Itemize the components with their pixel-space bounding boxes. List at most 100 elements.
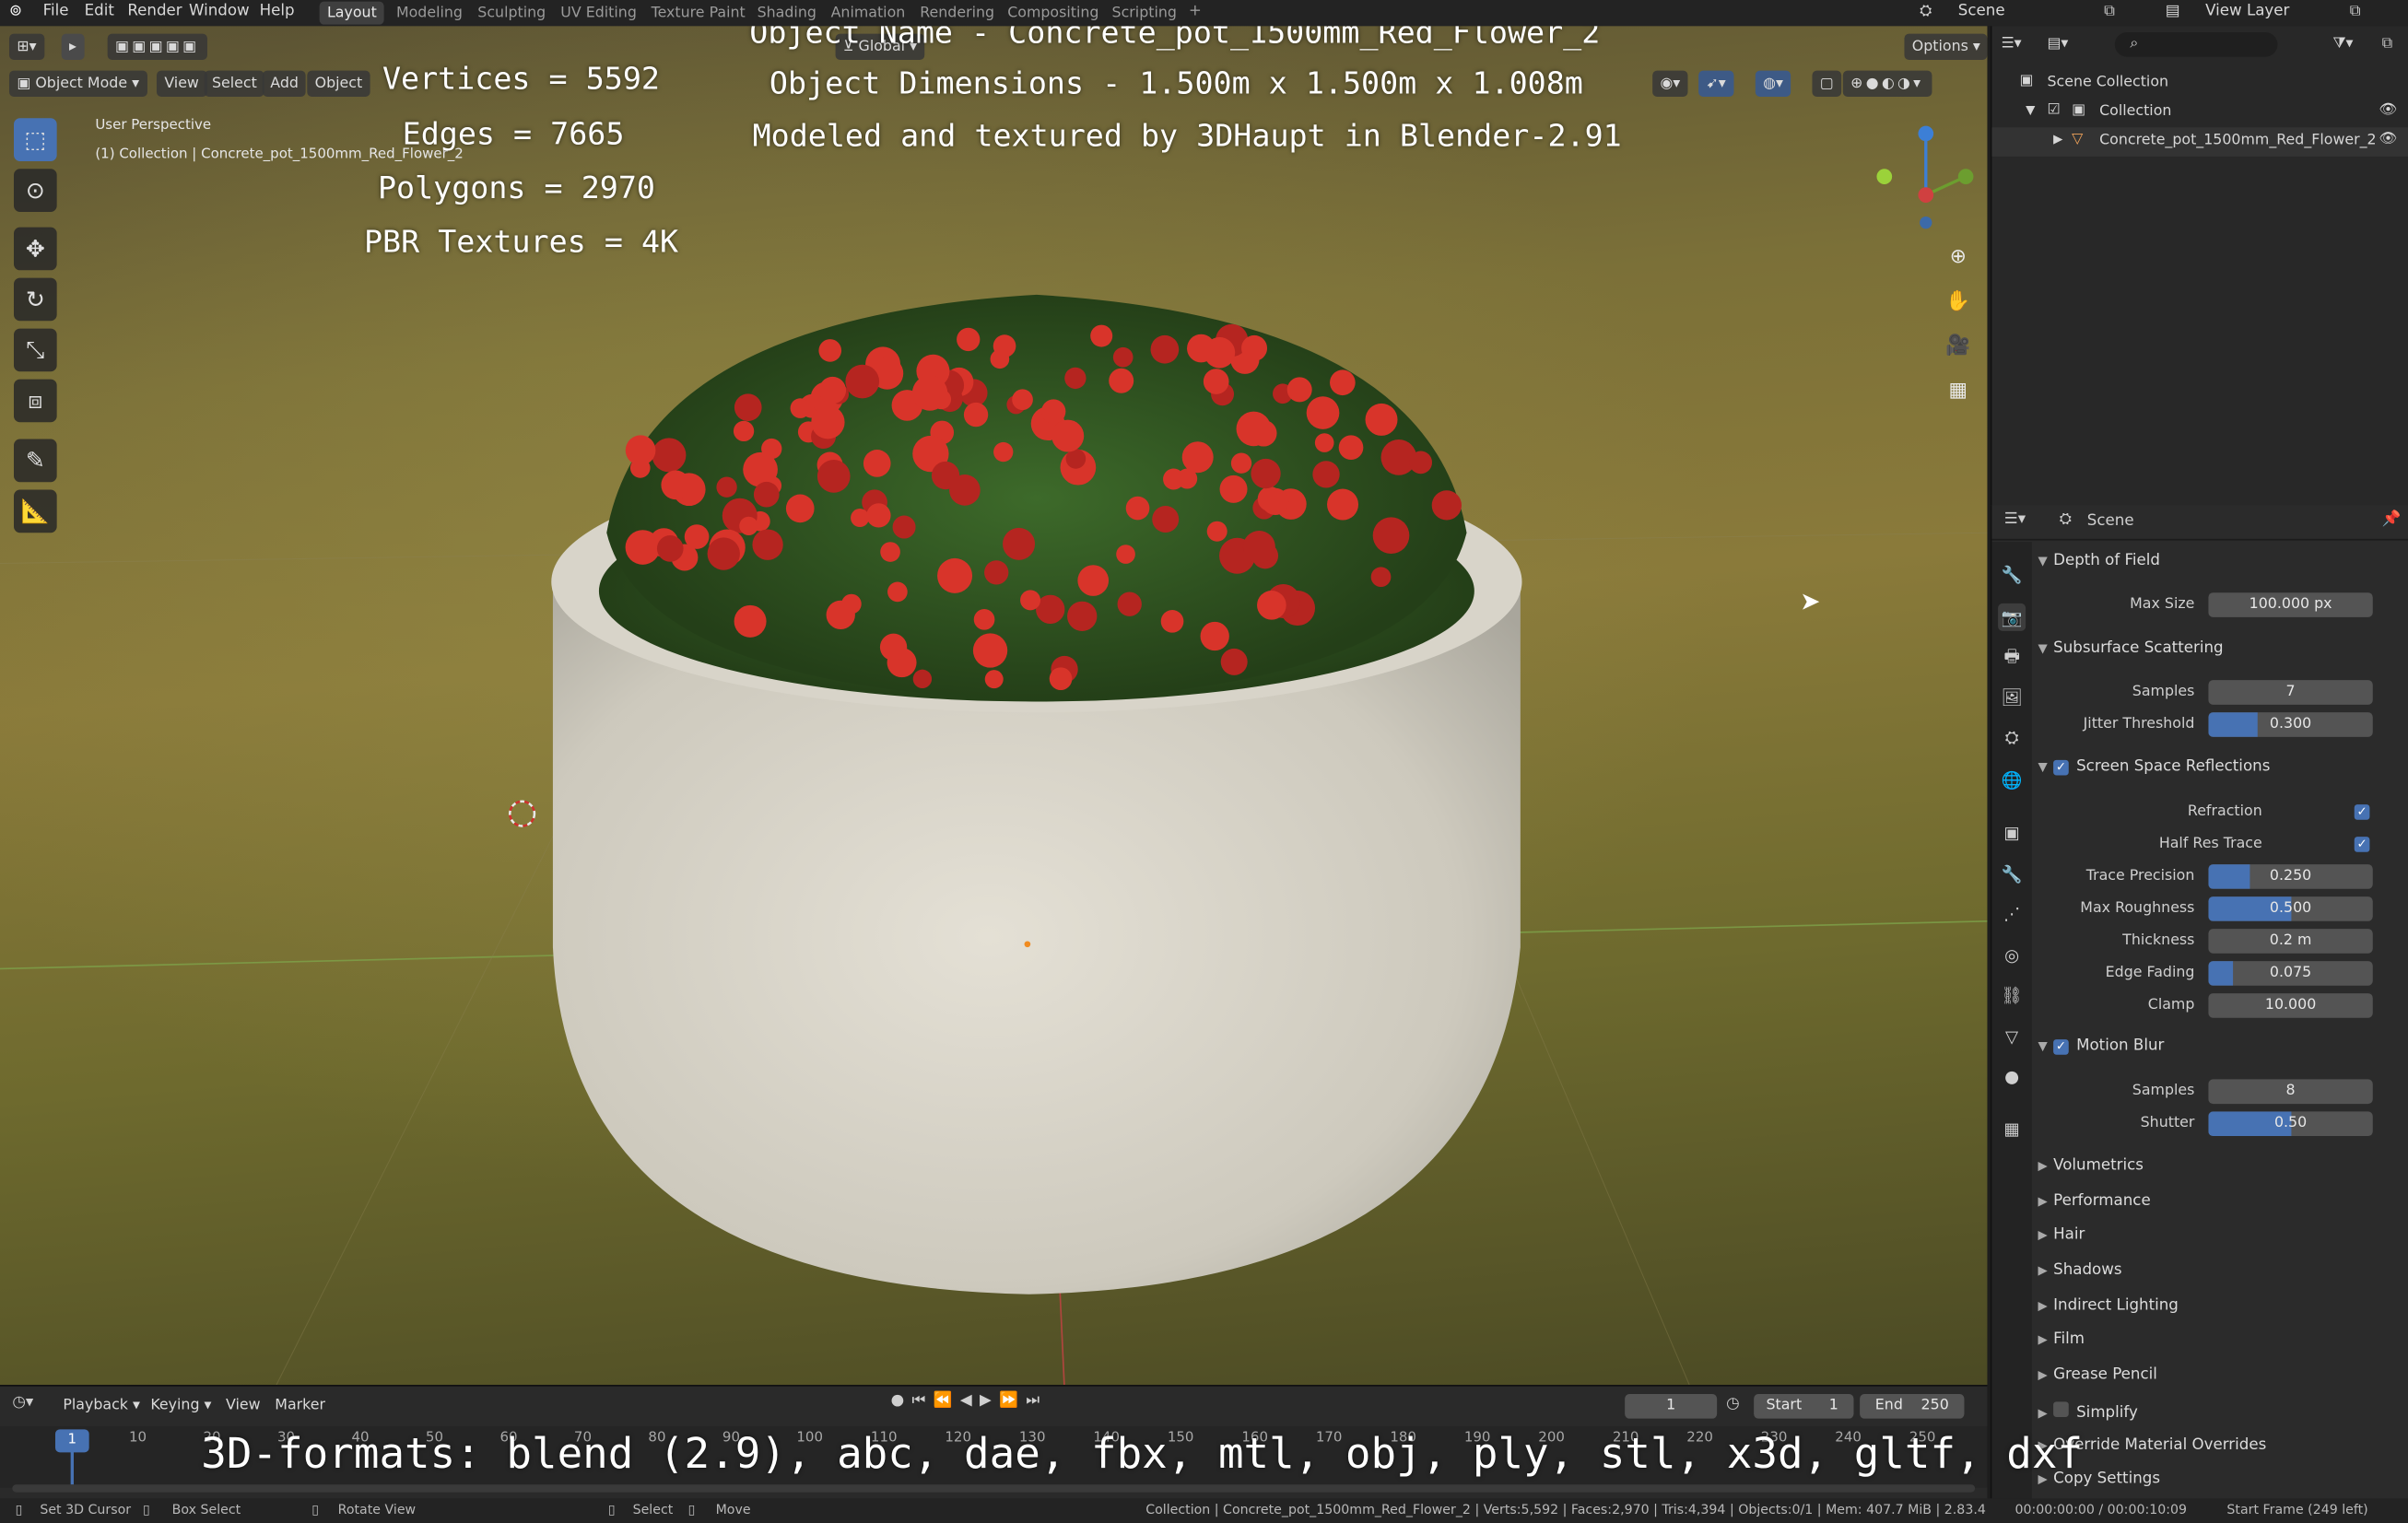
section-film[interactable]: ▶ Film: [2038, 1331, 2085, 1348]
start-frame-field[interactable]: Start 1: [1754, 1394, 1854, 1419]
outliner-row-scene-collection[interactable]: ▣ Scene Collection: [1991, 69, 2408, 99]
annotate-tool-icon[interactable]: ✎: [13, 439, 57, 483]
xray-icon[interactable]: ▢: [1812, 70, 1842, 97]
output-tab-icon[interactable]: 🖶: [1998, 643, 2026, 671]
section-simplify[interactable]: ▶ Simplify: [2038, 1401, 2138, 1422]
section-screen-space-reflections[interactable]: ▼ ✓ Screen Space Reflections: [2038, 758, 2270, 776]
max-size-field[interactable]: 100.000 px: [2208, 592, 2373, 617]
ssr-checkbox[interactable]: ✓: [2053, 759, 2069, 776]
navigation-gizmo[interactable]: [1862, 118, 1984, 240]
tab-animation[interactable]: Animation: [823, 2, 912, 25]
blender-logo-icon[interactable]: ⊚: [9, 3, 22, 19]
gizmo-icon[interactable]: ➹▾: [1698, 70, 1734, 97]
timeline-view-menu[interactable]: View: [218, 1392, 268, 1418]
timeline-scrollbar[interactable]: [12, 1484, 1976, 1493]
shutter-slider[interactable]: 0.50: [2208, 1111, 2373, 1137]
trace-precision-slider[interactable]: 0.250: [2208, 864, 2373, 889]
3d-viewport[interactable]: ⊞▾ ▸ ▣▣▣▣▣ ⊻ Global ▾ Options ▾ ▣ Object…: [0, 26, 1988, 1386]
simplify-checkbox[interactable]: [2053, 1401, 2069, 1417]
tab-compositing[interactable]: Compositing: [1000, 2, 1107, 25]
view-layer-selector[interactable]: View Layer: [2205, 3, 2289, 19]
world-tab-icon[interactable]: 🌐: [1998, 766, 2026, 793]
section-grease-pencil[interactable]: ▶ Grease Pencil: [2038, 1366, 2156, 1383]
display-mode-icon[interactable]: ▤▾: [2047, 35, 2068, 52]
scale-tool-icon[interactable]: ⤡: [13, 328, 57, 372]
sss-samples-field[interactable]: 7: [2208, 680, 2373, 705]
new-scene-icon[interactable]: ⧉: [2104, 3, 2115, 19]
measure-tool-icon[interactable]: 📐: [13, 489, 57, 533]
select-box-tool-icon[interactable]: ⬚: [13, 118, 57, 161]
edge-fading-slider[interactable]: 0.075: [2208, 961, 2373, 986]
section-motion-blur[interactable]: ▼ ✓ Motion Blur: [2038, 1037, 2164, 1055]
cursor-tool-icon[interactable]: ⊙: [13, 169, 57, 212]
playback-menu[interactable]: Playback ▾: [55, 1392, 147, 1418]
half-res-trace-checkbox[interactable]: ✓: [2354, 837, 2370, 852]
outliner-row-collection[interactable]: ▼ ☑ ▣ Collection 👁: [1991, 99, 2408, 128]
expand-arrow-icon[interactable]: ▶: [2053, 132, 2062, 146]
object-mode-dropdown[interactable]: ▣ Object Mode ▾: [8, 70, 147, 97]
tool-tab-icon[interactable]: 🔧: [1998, 560, 2026, 588]
zoom-icon[interactable]: ⊕: [1941, 240, 1975, 274]
section-indirect-lighting[interactable]: ▶ Indirect Lighting: [2038, 1297, 2178, 1314]
section-depth-of-field[interactable]: ▼ Depth of Field: [2038, 553, 2160, 569]
tab-sculpting[interactable]: Sculpting: [470, 2, 554, 25]
editor-type-icon[interactable]: ⊞▾: [8, 33, 44, 60]
timeline-editor-icon[interactable]: ◷▾: [12, 1394, 33, 1411]
new-collection-icon[interactable]: ⧉: [2382, 35, 2392, 52]
playback-controls[interactable]: ●⏮⏪◀▶⏩⏭: [891, 1392, 1048, 1409]
section-subsurface-scattering[interactable]: ▼ Subsurface Scattering: [2038, 640, 2223, 657]
eye-icon[interactable]: 👁: [2379, 131, 2397, 147]
tab-layout[interactable]: Layout: [319, 1, 385, 25]
eye-icon[interactable]: 👁: [2379, 101, 2397, 118]
visibility-icon[interactable]: ◉▾: [1652, 70, 1688, 97]
motion-blur-samples-field[interactable]: 8: [2208, 1079, 2373, 1105]
pan-hand-icon[interactable]: ✋: [1941, 284, 1975, 318]
data-tab-icon[interactable]: ▽: [1998, 1023, 2026, 1050]
clamp-field[interactable]: 10.000: [2208, 993, 2373, 1018]
filter-icon[interactable]: ⧩▾: [2332, 35, 2353, 52]
thickness-field[interactable]: 0.2 m: [2208, 929, 2373, 954]
shading-mode-icons[interactable]: ⊕●◐◑▾: [1842, 70, 1932, 97]
clock-icon[interactable]: ◷: [1726, 1396, 1740, 1412]
options-button[interactable]: Options ▾: [1904, 33, 1988, 60]
menu-window[interactable]: Window: [189, 3, 250, 19]
perspective-toggle-icon[interactable]: ▦: [1941, 373, 1975, 407]
scene-selector[interactable]: Scene: [1958, 3, 2005, 19]
select-mode-icon[interactable]: ▸: [61, 33, 85, 60]
menu-edit[interactable]: Edit: [85, 3, 114, 19]
viewport-menu-view[interactable]: View: [156, 70, 207, 97]
tab-texture-paint[interactable]: Texture Paint: [643, 2, 753, 25]
camera-view-icon[interactable]: 🎥: [1941, 329, 1975, 363]
outliner-row-object[interactable]: ▶ ▽ Concrete_pot_1500mm_Red_Flower_2 👁: [1991, 127, 2408, 157]
tab-modeling[interactable]: Modeling: [389, 2, 471, 25]
tab-shading[interactable]: Shading: [749, 2, 824, 25]
selection-mode-icons[interactable]: ▣▣▣▣▣: [107, 33, 207, 60]
outliner-editor-icon[interactable]: ☰▾: [2001, 35, 2021, 52]
outliner-search-input[interactable]: [2114, 31, 2278, 57]
section-shadows[interactable]: ▶ Shadows: [2038, 1262, 2121, 1279]
object-tab-icon[interactable]: ▣: [1998, 818, 2026, 846]
viewport-menu-select[interactable]: Select: [204, 70, 265, 97]
playhead-frame[interactable]: 1: [54, 1429, 89, 1453]
viewport-menu-object[interactable]: Object: [307, 70, 370, 97]
checkbox-icon[interactable]: ☑: [2047, 101, 2060, 118]
menu-render[interactable]: Render: [127, 3, 182, 19]
viewport-menu-add[interactable]: Add: [262, 70, 307, 97]
pin-icon[interactable]: 📌: [2382, 511, 2402, 528]
current-frame-field[interactable]: 1: [1625, 1394, 1718, 1419]
motion-blur-checkbox[interactable]: ✓: [2053, 1039, 2069, 1055]
expand-arrow-icon[interactable]: ▼: [2026, 103, 2035, 117]
properties-editor-icon[interactable]: ☰▾: [2004, 511, 2026, 528]
transform-tool-icon[interactable]: ⧈: [13, 379, 57, 423]
move-tool-icon[interactable]: ✥: [13, 227, 57, 271]
add-workspace-icon[interactable]: +: [1189, 3, 1202, 19]
keying-menu[interactable]: Keying ▾: [143, 1392, 219, 1418]
menu-file[interactable]: File: [43, 3, 69, 19]
tab-rendering[interactable]: Rendering: [912, 2, 1003, 25]
tab-uv-editing[interactable]: UV Editing: [553, 2, 644, 25]
overlays-icon[interactable]: ◍▾: [1755, 70, 1791, 97]
jitter-threshold-slider[interactable]: 0.300: [2208, 712, 2373, 737]
section-volumetrics[interactable]: ▶ Volumetrics: [2038, 1157, 2144, 1174]
end-frame-field[interactable]: End 250: [1860, 1394, 1965, 1419]
tab-scripting[interactable]: Scripting: [1104, 2, 1184, 25]
